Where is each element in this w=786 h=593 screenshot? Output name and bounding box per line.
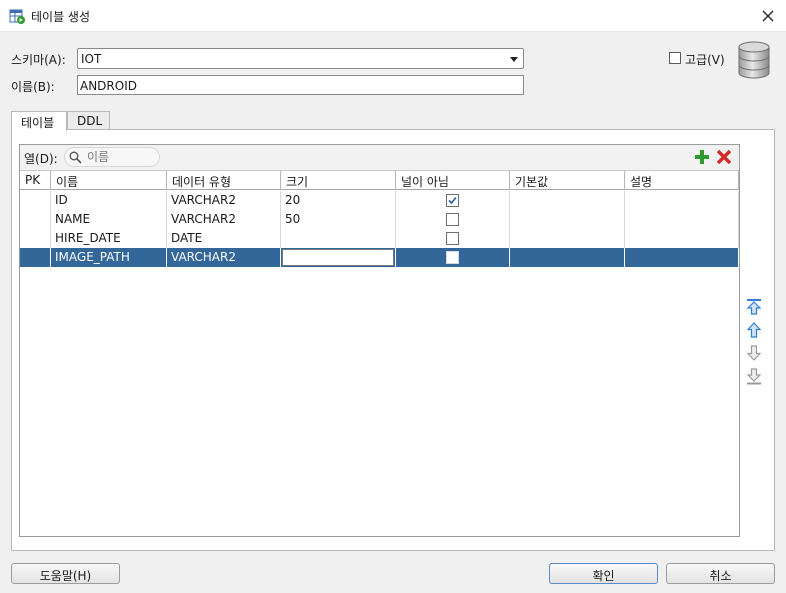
default-cell[interactable] (510, 229, 625, 248)
size-cell[interactable] (281, 248, 396, 267)
grid-toolbar: 열(D): (20, 145, 739, 170)
column-name-cell[interactable]: HIRE_DATE (51, 229, 167, 248)
default-cell[interactable] (510, 248, 625, 267)
tab-table-label: 테이블 (21, 116, 55, 130)
header-name[interactable]: 이름 (51, 170, 167, 190)
comment-cell[interactable] (625, 191, 739, 210)
comment-cell[interactable] (625, 210, 739, 229)
add-column-icon[interactable] (694, 149, 710, 168)
search-icon (69, 151, 82, 167)
header-size[interactable]: 크기 (281, 170, 396, 190)
not-null-cell (396, 229, 510, 248)
schema-label: 스키마(A): (11, 53, 66, 67)
tab-table[interactable]: 테이블 (11, 111, 67, 131)
move-down-icon[interactable] (745, 344, 763, 365)
delete-column-icon[interactable] (716, 149, 732, 168)
search-input[interactable] (87, 149, 157, 165)
not-null-checkbox[interactable] (446, 213, 459, 226)
name-label: 이름(B): (11, 80, 55, 94)
help-button[interactable]: 도움말(H) (11, 563, 120, 584)
advanced-label: 고급(V) (685, 53, 725, 67)
pk-cell[interactable] (20, 191, 51, 210)
schema-select[interactable]: IOT (77, 48, 524, 69)
not-null-checkbox[interactable] (446, 251, 459, 264)
move-up-icon[interactable] (745, 321, 763, 342)
header-default[interactable]: 기본값 (510, 170, 625, 190)
move-to-bottom-icon[interactable] (745, 367, 763, 388)
table-row[interactable]: HIRE_DATE DATE (20, 229, 739, 248)
table-name-field[interactable]: ANDROID (77, 75, 524, 95)
data-type-cell[interactable]: DATE (167, 229, 281, 248)
database-icon (737, 41, 771, 84)
column-search[interactable] (64, 147, 160, 167)
data-type-cell[interactable]: VARCHAR2 (167, 248, 281, 267)
header-comment[interactable]: 설명 (625, 170, 739, 190)
move-to-top-icon[interactable] (745, 298, 763, 319)
comment-cell[interactable] (625, 248, 739, 267)
tab-ddl[interactable]: DDL (67, 111, 110, 130)
data-type-cell[interactable]: VARCHAR2 (167, 210, 281, 229)
column-name-cell[interactable]: ID (51, 191, 167, 210)
column-name-cell[interactable]: NAME (51, 210, 167, 229)
column-name-cell[interactable]: IMAGE_PATH (51, 248, 167, 267)
header-data-type[interactable]: 데이터 유형 (167, 170, 281, 190)
checkbox-icon (669, 52, 681, 64)
pk-cell[interactable] (20, 210, 51, 229)
table-app-icon (9, 8, 25, 27)
size-cell[interactable]: 50 (281, 210, 396, 229)
tab-ddl-label: DDL (77, 114, 103, 128)
data-type-cell[interactable]: VARCHAR2 (167, 191, 281, 210)
ok-button[interactable]: 확인 (549, 563, 658, 584)
not-null-checkbox[interactable] (446, 194, 459, 207)
header-pk[interactable]: PK (20, 170, 51, 190)
not-null-cell (396, 210, 510, 229)
columns-grid: 열(D): PK 이름 데이터 유형 크기 널이 아님 (19, 144, 740, 537)
chevron-down-icon (510, 57, 518, 62)
pk-cell[interactable] (20, 248, 51, 267)
table-name-value: ANDROID (80, 79, 137, 93)
not-null-checkbox[interactable] (446, 232, 459, 245)
window-title: 테이블 생성 (31, 10, 91, 24)
comment-cell[interactable] (625, 229, 739, 248)
schema-value: IOT (81, 52, 102, 66)
table-row[interactable]: ID VARCHAR2 20 (20, 191, 739, 210)
not-null-cell (396, 191, 510, 210)
size-cell[interactable] (281, 229, 396, 248)
header-not-null[interactable]: 널이 아님 (396, 170, 510, 190)
table-row[interactable]: NAME VARCHAR2 50 (20, 210, 739, 229)
title-bar: 테이블 생성 (0, 0, 786, 32)
close-icon[interactable] (758, 6, 778, 26)
cancel-button[interactable]: 취소 (666, 563, 775, 584)
size-cell[interactable]: 20 (281, 191, 396, 210)
table-row-selected[interactable]: IMAGE_PATH VARCHAR2 (20, 248, 739, 267)
default-cell[interactable] (510, 210, 625, 229)
size-edit-field[interactable] (282, 249, 394, 266)
pk-cell[interactable] (20, 229, 51, 248)
columns-label: 열(D): (24, 152, 58, 166)
not-null-cell (396, 248, 510, 267)
default-cell[interactable] (510, 191, 625, 210)
